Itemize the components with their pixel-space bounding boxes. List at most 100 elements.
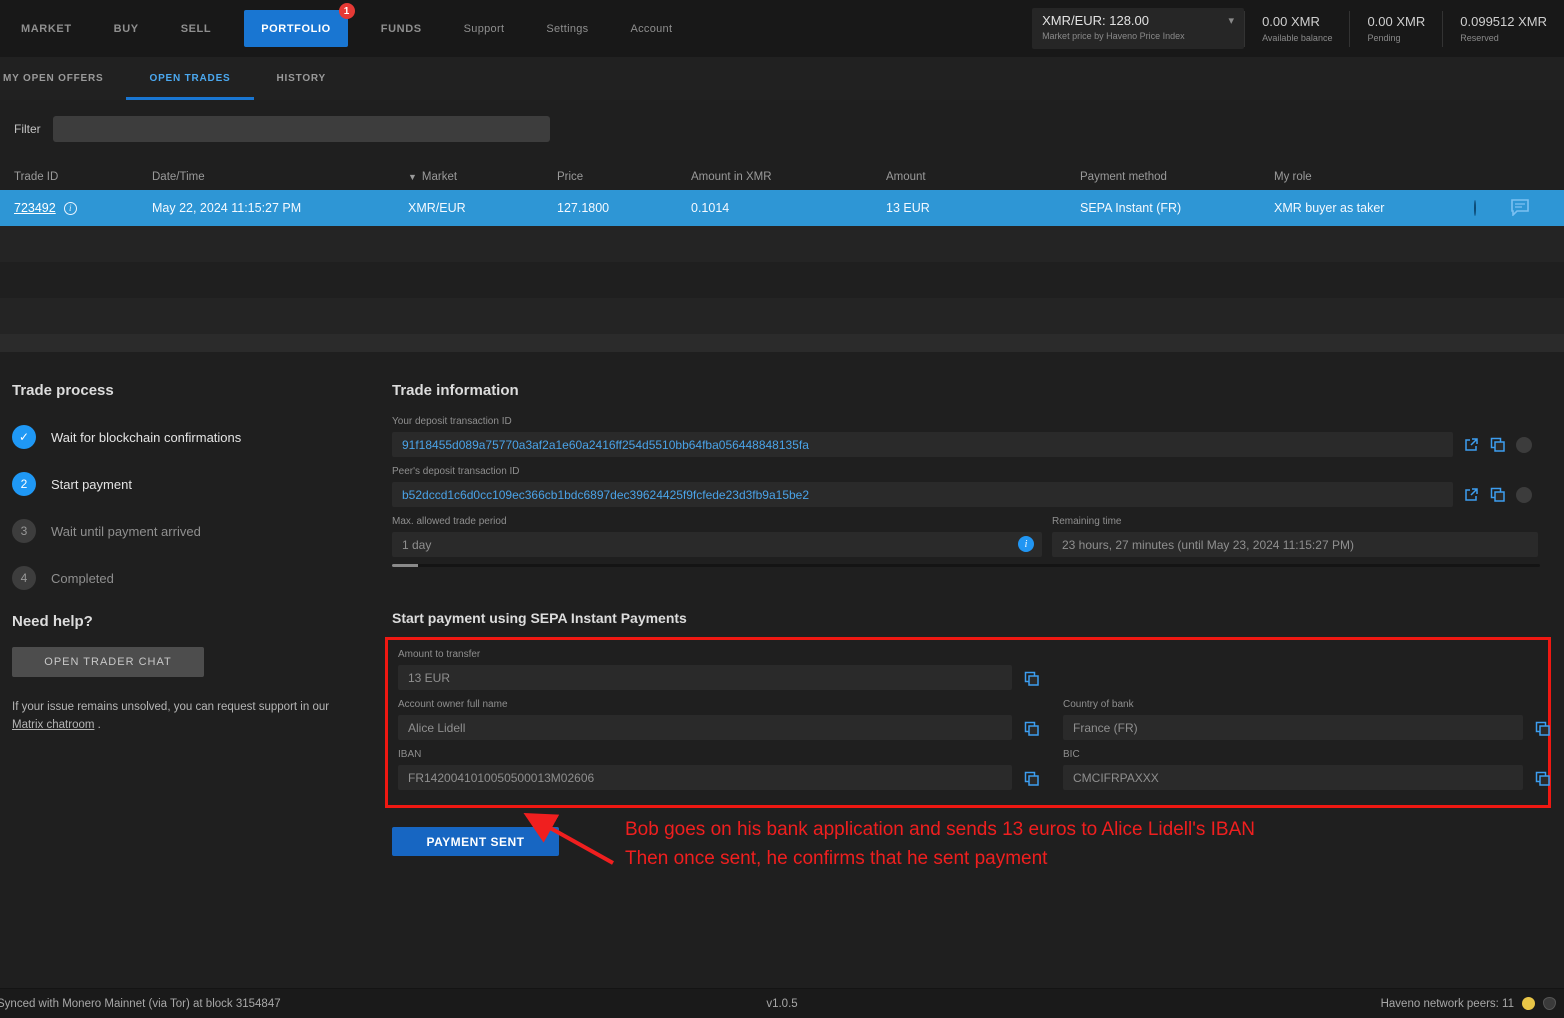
app-version: v1.0.5 [0,998,1564,1010]
filter-input[interactable] [53,116,550,142]
tab-history[interactable]: HISTORY [254,57,350,100]
sort-desc-icon: ▼ [408,172,417,182]
country-of-bank-group: Country of bank France (FR) [1063,699,1523,740]
iban-field: FR1420041010050500013M02606 [398,765,1012,790]
step-label: Start payment [51,477,132,492]
col-header-amount-xmr[interactable]: Amount in XMR [691,171,886,183]
annotation-line-2: Then once sent, he confirms that he sent… [625,844,1255,873]
iban-group: IBAN FR1420041010050500013M02606 [398,749,1012,790]
trade-info-icon[interactable]: i [64,202,77,215]
copy-icon[interactable] [1490,437,1505,452]
nav-sell[interactable]: SELL [160,0,233,57]
tx-status-circle-icon[interactable] [1516,487,1532,503]
table-footer-strip [0,334,1564,352]
max-trade-period-value: 1 day [402,538,431,552]
col-header-my-role[interactable]: My role [1274,171,1474,183]
chat-bubble-icon[interactable] [1510,198,1530,216]
max-trade-period-field: 1 day i [392,532,1042,557]
step-done-check-icon: ✓ [12,425,36,449]
annotation-line-1: Bob goes on his bank application and sen… [625,815,1255,844]
col-header-amount[interactable]: Amount [886,171,1080,183]
your-deposit-tx-field: 91f18455d089a75770a3af2a1e60a2416ff254d5… [392,432,1453,457]
nav-account[interactable]: Account [609,0,693,57]
tor-icon[interactable] [1543,997,1556,1010]
country-of-bank-field: France (FR) [1063,715,1523,740]
chevron-down-icon: ▾ [1229,14,1235,27]
cell-amount-xmr: 0.1014 [691,201,886,215]
open-trades-table: Trade ID Date/Time ▼ Market Price Amount… [0,164,1564,352]
your-deposit-tx-link[interactable]: 91f18455d089a75770a3af2a1e60a2416ff254d5… [402,438,809,452]
copy-icon[interactable] [1535,721,1550,736]
trade-period-progress-fill [392,564,418,567]
peer-deposit-tx-link[interactable]: b52dccd1c6d0cc109ec366cb1bdc6897dec39624… [402,488,809,502]
support-text-suffix: . [98,719,101,731]
cell-my-role: XMR buyer as taker [1274,201,1474,215]
step-number-icon: 4 [12,566,36,590]
col-header-datetime[interactable]: Date/Time [152,171,408,183]
open-trader-chat-button[interactable]: OPEN TRADER CHAT [12,647,204,677]
step-number-icon: 2 [12,472,36,496]
peer-deposit-tx-field: b52dccd1c6d0cc109ec366cb1bdc6897dec39624… [392,482,1453,507]
account-owner-label: Account owner full name [398,699,1012,710]
step-wait-payment-arrived: 3 Wait until payment arrived [12,519,378,543]
trade-process-panel: Trade process ✓ Wait for blockchain conf… [12,378,378,735]
open-in-explorer-icon[interactable] [1464,487,1479,502]
cell-payment-method: SEPA Instant (FR) [1080,201,1274,215]
trade-information-panel: Trade information Your deposit transacti… [392,378,1548,856]
payment-details-annotation-box: Amount to transfer 13 EUR Account owner … [385,637,1551,808]
payment-section-title: Start payment using SEPA Instant Payment… [392,610,1548,626]
col-header-payment-method[interactable]: Payment method [1080,171,1274,183]
account-owner-group: Account owner full name Alice Lidell [398,699,1012,740]
market-price-selector[interactable]: XMR/EUR: 128.00 ▾ Market price by Haveno… [1032,8,1244,49]
trader-avatar[interactable] [1474,200,1476,216]
price-feed-status-icon[interactable] [1522,997,1535,1010]
reserved-balance-label: Reserved [1460,33,1547,43]
amount-to-transfer-label: Amount to transfer [398,649,1012,660]
copy-icon[interactable] [1535,771,1550,786]
payment-sent-button[interactable]: PAYMENT SENT [392,827,559,856]
nav-market[interactable]: MARKET [0,0,93,57]
tx-status-circle-icon[interactable] [1516,437,1532,453]
copy-icon[interactable] [1490,487,1505,502]
nav-support[interactable]: Support [443,0,526,57]
copy-icon[interactable] [1024,721,1039,736]
remaining-time-label: Remaining time [1052,516,1538,527]
trade-period-progress-bar [392,564,1540,567]
copy-icon[interactable] [1024,671,1039,686]
nav-buy[interactable]: BUY [93,0,160,57]
table-header-row: Trade ID Date/Time ▼ Market Price Amount… [0,164,1564,190]
copy-icon[interactable] [1024,771,1039,786]
portfolio-badge: 1 [339,3,355,19]
info-icon[interactable]: i [1018,536,1034,552]
tab-my-open-offers[interactable]: MY OPEN OFFERS [0,57,126,100]
table-row-selected[interactable]: 723492 i May 22, 2024 11:15:27 PM XMR/EU… [0,190,1564,226]
iban-label: IBAN [398,749,1012,760]
available-balance-label: Available balance [1262,33,1332,43]
step-number-icon: 3 [12,519,36,543]
account-owner-field: Alice Lidell [398,715,1012,740]
step-wait-confirmations: ✓ Wait for blockchain confirmations [12,425,378,449]
trade-information-title: Trade information [392,382,1548,399]
matrix-chatroom-link[interactable]: Matrix chatroom [12,719,94,731]
max-trade-period-group: Max. allowed trade period 1 day i [392,516,1042,557]
remaining-time-group: Remaining time 23 hours, 27 minutes (unt… [1052,516,1538,557]
status-bar: Synced with Monero Mainnet (via Tor) at … [0,988,1564,1018]
tab-open-trades[interactable]: OPEN TRADES [126,57,253,100]
amount-to-transfer-group: Amount to transfer 13 EUR [398,649,1012,690]
bic-group: BIC CMCIFRPAXXX [1063,749,1523,790]
available-balance-value: 0.00 XMR [1262,14,1332,29]
open-in-explorer-icon[interactable] [1464,437,1479,452]
your-deposit-tx-label: Your deposit transaction ID [392,416,1548,427]
nav-portfolio[interactable]: PORTFOLIO 1 [244,10,348,47]
cell-price: 127.1800 [557,201,691,215]
col-header-price[interactable]: Price [557,171,691,183]
trade-id-link[interactable]: 723492 [14,201,56,215]
nav-settings[interactable]: Settings [525,0,609,57]
annotation-text: Bob goes on his bank application and sen… [625,815,1255,873]
peer-deposit-tx-row: b52dccd1c6d0cc109ec366cb1bdc6897dec39624… [392,482,1548,507]
col-header-trade-id[interactable]: Trade ID [14,171,152,183]
filter-label: Filter [14,122,41,136]
col-header-market[interactable]: ▼ Market [408,171,557,183]
nav-funds[interactable]: FUNDS [360,0,443,57]
step-label: Wait until payment arrived [51,524,201,539]
